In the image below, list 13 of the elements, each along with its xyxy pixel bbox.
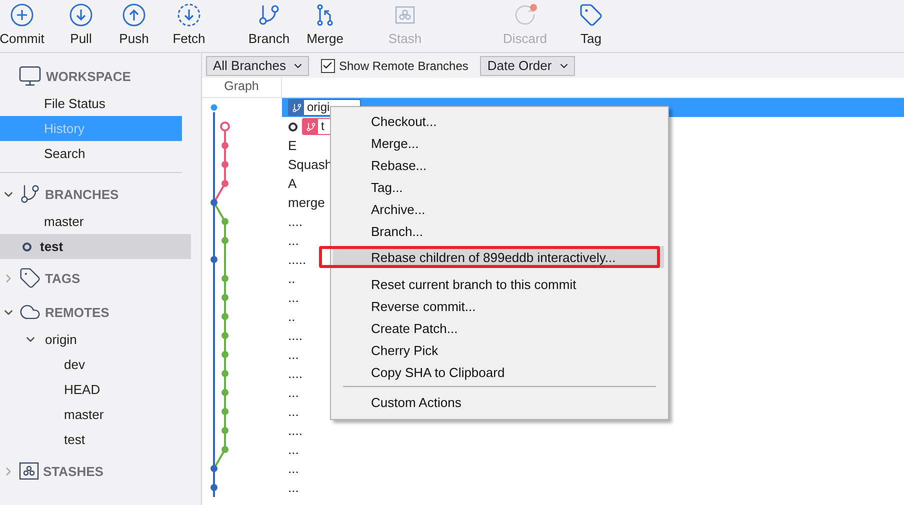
section-title: TAGS	[45, 270, 80, 286]
commit-message: ..	[288, 309, 296, 324]
commit-message: ....	[288, 423, 302, 438]
commit-message: ...	[288, 442, 299, 457]
checkbox-label: Show Remote Branches	[338, 58, 468, 72]
section-title: WORKSPACE	[46, 68, 131, 84]
section-title: BRANCHES	[45, 186, 119, 202]
section-title: STASHES	[43, 464, 104, 478]
commit-message: ...	[288, 385, 299, 400]
commit-message: ....	[288, 214, 302, 229]
commit-message: ...	[288, 480, 299, 495]
commit-message: ...	[288, 461, 299, 476]
section-title: REMOTES	[45, 304, 110, 320]
